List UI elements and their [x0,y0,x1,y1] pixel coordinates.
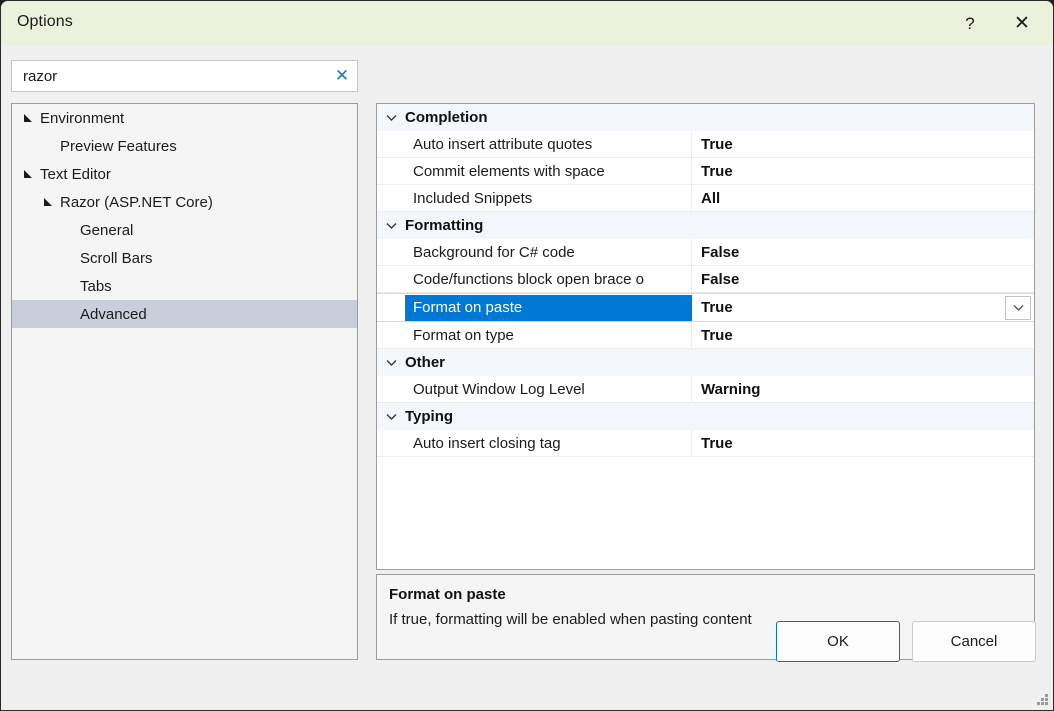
tree-expander-expanded-icon[interactable] [20,160,34,188]
grid-property-name[interactable]: Code/functions block open brace o [405,266,692,292]
question-mark-icon: ? [965,13,975,33]
grid-group-header[interactable]: Formatting [377,212,1034,239]
tree-item-label: Tabs [80,277,112,295]
grid-group-header[interactable]: Other [377,349,1034,376]
grid-group-title: Completion [405,109,488,126]
chevron-down-icon[interactable] [377,349,405,376]
grid-property-value[interactable]: True [692,158,1034,184]
tree-item-general[interactable]: General [12,216,357,244]
grid-group-title: Formatting [405,217,484,234]
tree-item-label: Environment [40,109,125,127]
chevron-down-icon[interactable] [377,104,405,131]
grid-property-name[interactable]: Background for C# code [405,239,692,265]
grid-group-title: Other [405,354,446,371]
grid-property-row[interactable]: Format on paste True [377,293,1034,322]
tree-item-label: Text Editor [40,165,111,183]
grid-property-row[interactable]: Auto insert attribute quotes True [377,131,1034,158]
grid-property-name[interactable]: Format on paste [405,294,692,321]
tree-item-label: Razor (ASP.NET Core) [60,193,213,211]
grid-property-row[interactable]: Code/functions block open brace o False [377,266,1034,293]
grid-property-name[interactable]: Auto insert attribute quotes [405,131,692,157]
grid-group-header[interactable]: Typing [377,403,1034,430]
grid-property-value[interactable]: False [692,266,1034,292]
clear-x-icon: ✕ [334,66,350,85]
ok-button[interactable]: OK [776,621,900,662]
tree-item-advanced[interactable]: Advanced [12,300,357,328]
tree-item-label: Advanced [80,305,147,323]
options-category-tree[interactable]: Environment Preview Features Text Editor Ra… [11,103,358,660]
grid-property-value[interactable]: True [692,131,1034,157]
cancel-button[interactable]: Cancel [912,621,1036,662]
grid-property-value[interactable]: False [692,239,1034,265]
search-input[interactable] [21,66,327,86]
tree-item-label: Scroll Bars [80,249,153,267]
grid-property-row[interactable]: Format on type True [377,322,1034,349]
tree-expander-expanded-icon[interactable] [20,104,34,132]
tree-item-scroll-bars[interactable]: Scroll Bars [12,244,357,272]
help-button[interactable]: ? [947,1,993,46]
tree-item-preview-features[interactable]: Preview Features [12,132,357,160]
dialog-body: ✕ Environment Preview Features Text Editor… [1,46,1053,710]
tree-expander-expanded-icon[interactable] [40,188,54,216]
title-bar[interactable]: Options ? ✕ [1,1,1053,46]
grid-property-row[interactable]: Included Snippets All [377,185,1034,212]
search-box[interactable]: ✕ [11,60,358,92]
tree-item-tabs[interactable]: Tabs [12,272,357,300]
chevron-down-icon[interactable] [377,212,405,239]
grid-property-name[interactable]: Auto insert closing tag [405,430,692,456]
tree-item-label: General [80,221,134,239]
grid-property-value[interactable]: True [692,322,1034,348]
grid-property-row[interactable]: Auto insert closing tag True [377,430,1034,457]
settings-grid[interactable]: Completion Auto insert attribute quotes Tr… [376,103,1035,570]
tree-item-razor-asp-net-core[interactable]: Razor (ASP.NET Core) [12,188,357,216]
grid-property-row[interactable]: Output Window Log Level Warning [377,376,1034,403]
grid-group-title: Typing [405,408,454,425]
grid-group-header[interactable]: Completion [377,104,1034,131]
tree-item-text-editor[interactable]: Text Editor [12,160,357,188]
chevron-down-icon [1012,304,1024,312]
options-dialog-window: Options ? ✕ ✕ Environment Preview Feature… [0,0,1054,711]
tree-item-label: Preview Features [60,137,177,155]
dialog-title: Options [17,13,73,30]
grid-property-value[interactable]: True [692,430,1034,456]
tree-item-environment[interactable]: Environment [12,104,357,132]
chevron-down-icon[interactable] [377,403,405,430]
grid-property-name[interactable]: Commit elements with space [405,158,692,184]
grid-property-row[interactable]: Commit elements with space True [377,158,1034,185]
grid-property-row[interactable]: Background for C# code False [377,239,1034,266]
search-clear-button[interactable]: ✕ [327,61,357,91]
close-icon: ✕ [1014,13,1030,34]
grid-property-value[interactable]: All [692,185,1034,211]
grid-property-name[interactable]: Format on type [405,322,692,348]
resize-grip-icon[interactable] [1034,691,1050,707]
value-dropdown-button[interactable] [1005,296,1031,320]
grid-property-name[interactable]: Included Snippets [405,185,692,211]
grid-property-name[interactable]: Output Window Log Level [405,376,692,402]
description-title: Format on paste [389,586,506,603]
grid-property-value[interactable]: Warning [692,376,1034,402]
close-button[interactable]: ✕ [999,1,1045,46]
grid-property-value[interactable]: True [692,295,1034,321]
